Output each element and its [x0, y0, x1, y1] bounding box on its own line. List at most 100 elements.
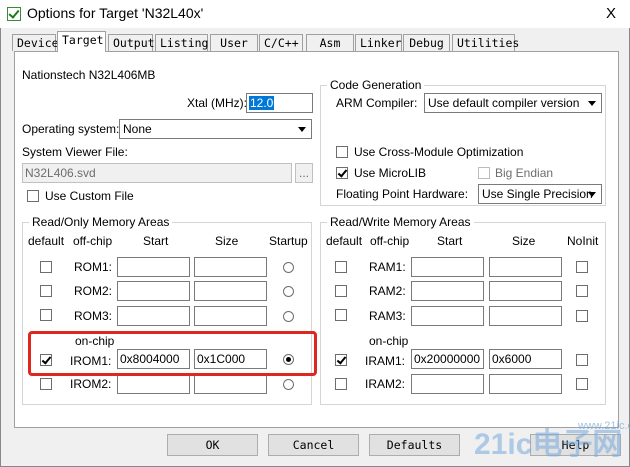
code-generation-title: Code Generation — [327, 78, 425, 92]
irom2-startup-radio[interactable] — [283, 379, 294, 390]
ram3-noinit-checkbox[interactable] — [576, 310, 588, 322]
ok-button[interactable]: OK — [167, 434, 258, 456]
tab-utilities[interactable]: Utilities — [452, 34, 519, 51]
rom1-default-checkbox[interactable] — [40, 261, 52, 273]
ram2-default-checkbox[interactable] — [335, 285, 347, 297]
ram2-start-input[interactable] — [411, 281, 484, 301]
title-bar[interactable]: Options for Target 'N32L40x' X — [0, 0, 630, 28]
chevron-down-icon — [585, 187, 599, 201]
irom2-start-input[interactable] — [117, 374, 190, 394]
iram1-default-checkbox[interactable] — [335, 354, 347, 366]
watermark-site: www.21ic.com — [578, 420, 630, 432]
irom2-size-input[interactable] — [194, 374, 267, 394]
tab-c-cpp[interactable]: C/C++ — [259, 34, 303, 51]
ro-header-startup: Startup — [269, 234, 308, 248]
rom2-startup-radio[interactable] — [283, 286, 294, 297]
cross-module-checkbox[interactable] — [336, 146, 348, 158]
fp-hardware-value: Use Single Precision — [482, 187, 593, 201]
rom2-start-input[interactable] — [117, 281, 190, 301]
microlib-label: Use MicroLIB — [354, 166, 427, 180]
iram2-start-input[interactable] — [411, 374, 484, 394]
red-highlight-box — [28, 331, 317, 376]
iram2-default-checkbox[interactable] — [335, 378, 347, 390]
tab-output[interactable]: Output — [108, 34, 155, 51]
ram1-start-input[interactable] — [411, 257, 484, 277]
rom3-start-input[interactable] — [117, 306, 190, 326]
rom3-size-input[interactable] — [194, 306, 267, 326]
rom3-startup-radio[interactable] — [283, 311, 294, 322]
tab-device[interactable]: Device — [12, 34, 59, 51]
irom2-label: IROM2: — [70, 377, 112, 391]
rw-memory-group: Read/Write Memory Areas default off-chip… — [320, 215, 606, 405]
iram1-label: IRAM1: — [365, 354, 406, 368]
rw-header-offchip: off-chip — [370, 234, 410, 248]
code-generation-group: Code Generation ARM Compiler: Use defaul… — [320, 78, 606, 206]
ram2-size-input[interactable] — [489, 281, 562, 301]
iram1-start-input[interactable]: 0x20000000 — [411, 349, 484, 369]
irom2-default-checkbox[interactable] — [40, 378, 52, 390]
ram3-start-input[interactable] — [411, 306, 484, 326]
window-title: Options for Target 'N32L40x' — [27, 5, 204, 21]
ro-header-size: Size — [215, 234, 239, 248]
tab-user[interactable]: User — [210, 34, 258, 51]
iram1-size-input[interactable]: 0x6000 — [489, 349, 562, 369]
rw-header-noinit: NoInit — [567, 234, 599, 248]
arm-compiler-value: Use default compiler version — [428, 96, 580, 110]
chevron-down-icon — [585, 96, 599, 110]
ram3-label: RAM3: — [369, 309, 406, 323]
ro-memory-title: Read/Only Memory Areas — [29, 215, 173, 229]
iram2-label: IRAM2: — [365, 377, 406, 391]
svd-file-input[interactable]: N32L406.svd — [22, 163, 292, 183]
tab-target[interactable]: Target — [57, 31, 106, 52]
fp-hardware-select[interactable]: Use Single Precision — [478, 184, 602, 204]
ram1-default-checkbox[interactable] — [335, 261, 347, 273]
xtal-label: Xtal (MHz): — [187, 96, 247, 110]
rom2-size-input[interactable] — [194, 281, 267, 301]
iram2-size-input[interactable] — [489, 374, 562, 394]
rom1-label: ROM1: — [74, 260, 113, 274]
arm-compiler-label: ARM Compiler: — [336, 96, 418, 110]
defaults-button[interactable]: Defaults — [369, 434, 460, 456]
tab-listing[interactable]: Listing — [155, 34, 208, 51]
ram1-size-input[interactable] — [489, 257, 562, 277]
ro-header-offchip: off-chip — [73, 234, 113, 248]
rom3-default-checkbox[interactable] — [40, 309, 52, 321]
use-custom-file-checkbox[interactable] — [27, 190, 39, 202]
os-label: Operating system: — [22, 122, 120, 136]
rw-header-start: Start — [437, 234, 463, 248]
ram2-label: RAM2: — [369, 284, 406, 298]
ram3-default-checkbox[interactable] — [335, 309, 347, 321]
rw-header-size: Size — [512, 234, 536, 248]
ro-header-default: default — [28, 234, 65, 248]
rom1-start-input[interactable] — [117, 257, 190, 277]
xtal-input[interactable]: 12.0 — [246, 93, 313, 113]
use-custom-file-label: Use Custom File — [45, 189, 134, 203]
big-endian-checkbox[interactable] — [478, 167, 490, 179]
ram1-noinit-checkbox[interactable] — [576, 261, 588, 273]
rom3-label: ROM3: — [74, 309, 113, 323]
tab-linker[interactable]: Linker — [355, 34, 402, 51]
tab-debug[interactable]: Debug — [403, 34, 450, 51]
rom1-size-input[interactable] — [194, 257, 267, 277]
rom2-default-checkbox[interactable] — [40, 285, 52, 297]
iram2-noinit-checkbox[interactable] — [576, 378, 588, 390]
close-button[interactable]: X — [600, 4, 622, 24]
ram2-noinit-checkbox[interactable] — [576, 285, 588, 297]
ro-header-start: Start — [143, 234, 169, 248]
iram1-noinit-checkbox[interactable] — [576, 354, 588, 366]
rw-header-default: default — [326, 234, 363, 248]
rom2-label: ROM2: — [74, 284, 113, 298]
rom1-startup-radio[interactable] — [283, 262, 294, 273]
cancel-button[interactable]: Cancel — [268, 434, 359, 456]
cross-module-label: Use Cross-Module Optimization — [354, 145, 524, 159]
microlib-checkbox[interactable] — [336, 167, 348, 179]
tab-asm[interactable]: Asm — [306, 34, 354, 51]
rw-onchip-label: on-chip — [369, 334, 409, 348]
rw-memory-title: Read/Write Memory Areas — [327, 215, 474, 229]
ro-memory-group: Read/Only Memory Areas default off-chip … — [22, 215, 312, 405]
os-value: None — [123, 122, 152, 136]
ram3-size-input[interactable] — [489, 306, 562, 326]
arm-compiler-select[interactable]: Use default compiler version — [424, 93, 602, 113]
svd-browse-button[interactable]: ... — [295, 163, 313, 183]
os-select[interactable]: None — [119, 119, 312, 139]
